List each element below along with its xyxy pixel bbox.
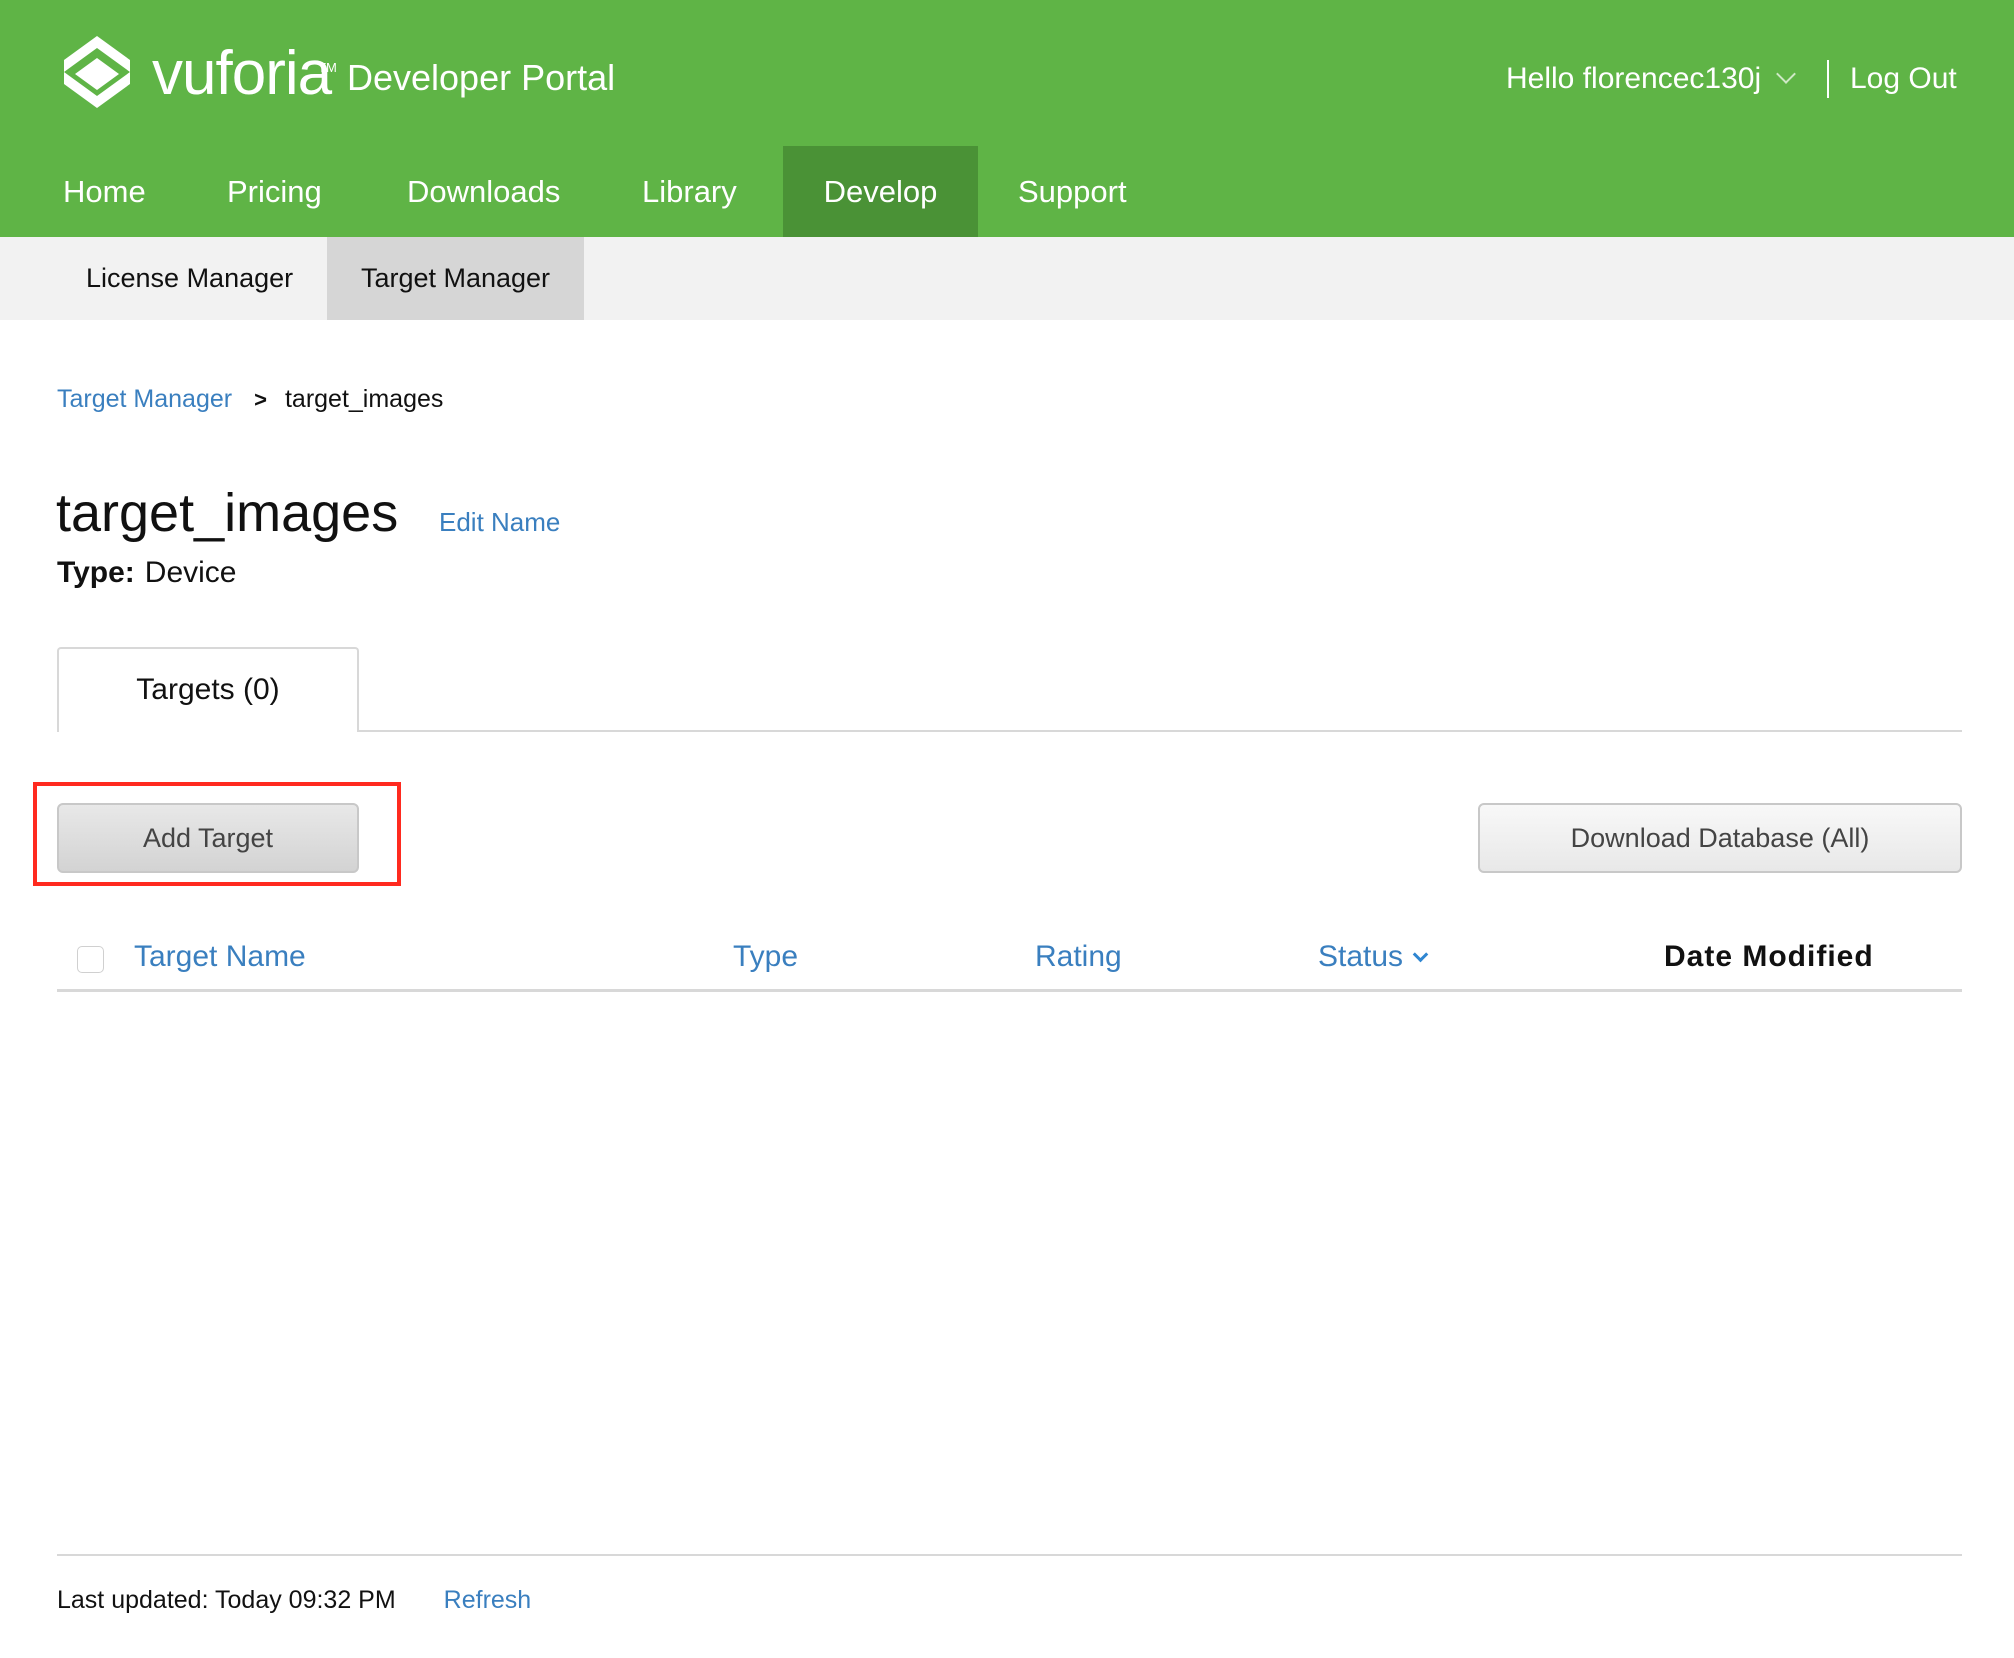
breadcrumb-target-manager[interactable]: Target Manager [57,385,232,414]
nav-pricing[interactable]: Pricing [227,146,322,237]
breadcrumb: Target Manager > target_images [57,385,443,414]
type-label: Type: [57,556,135,589]
trademark: TM [318,60,337,75]
page-title: target_images [56,483,399,543]
header-divider [1827,60,1829,98]
type-value: Device [144,556,237,589]
top-header: vuforia TM Developer Portal Hello floren… [0,0,2014,237]
chevron-down-icon [1776,64,1797,84]
sub-nav: License Manager Target Manager [0,237,2014,320]
add-target-button[interactable]: Add Target [57,803,359,873]
subnav-license-manager[interactable]: License Manager [86,237,293,320]
nav-support[interactable]: Support [1018,146,1127,237]
select-all-checkbox[interactable] [77,946,104,973]
tab-targets[interactable]: Targets (0) [57,647,359,732]
refresh-link[interactable]: Refresh [444,1586,532,1615]
column-status-label: Status [1318,940,1404,973]
breadcrumb-current: target_images [284,385,444,413]
subnav-target-manager[interactable]: Target Manager [327,237,584,320]
last-updated: Last updated: Today 09:32 PM [57,1586,396,1614]
nav-home[interactable]: Home [63,146,146,237]
nav-downloads[interactable]: Downloads [407,146,560,237]
column-type[interactable]: Type [733,940,798,974]
brand-name: vuforia [152,39,332,108]
column-date-modified: Date Modified [1664,940,1874,973]
vuforia-logo-icon [64,36,130,108]
nav-library[interactable]: Library [642,146,737,237]
edit-name-link[interactable]: Edit Name [439,507,560,538]
footer-divider [57,1554,1962,1556]
column-status[interactable]: Status [1318,940,1429,974]
column-target-name[interactable]: Target Name [134,940,306,974]
nav-develop[interactable]: Develop [783,146,978,237]
user-greeting: Hello florencec130j [1506,62,1762,95]
database-type: Type: Device [57,556,237,590]
user-menu[interactable]: Hello florencec130j [1506,62,1797,96]
download-database-button[interactable]: Download Database (All) [1478,803,1962,873]
footer: Last updated: Today 09:32 PM Refresh [57,1586,531,1615]
chevron-down-icon [1412,946,1429,963]
logout-link[interactable]: Log Out [1850,62,1957,96]
table-header: Target Name Type Rating Status Date Modi… [57,930,1962,992]
breadcrumb-separator-icon: > [254,386,267,412]
column-rating[interactable]: Rating [1035,940,1122,974]
portal-title: Developer Portal [347,57,616,98]
